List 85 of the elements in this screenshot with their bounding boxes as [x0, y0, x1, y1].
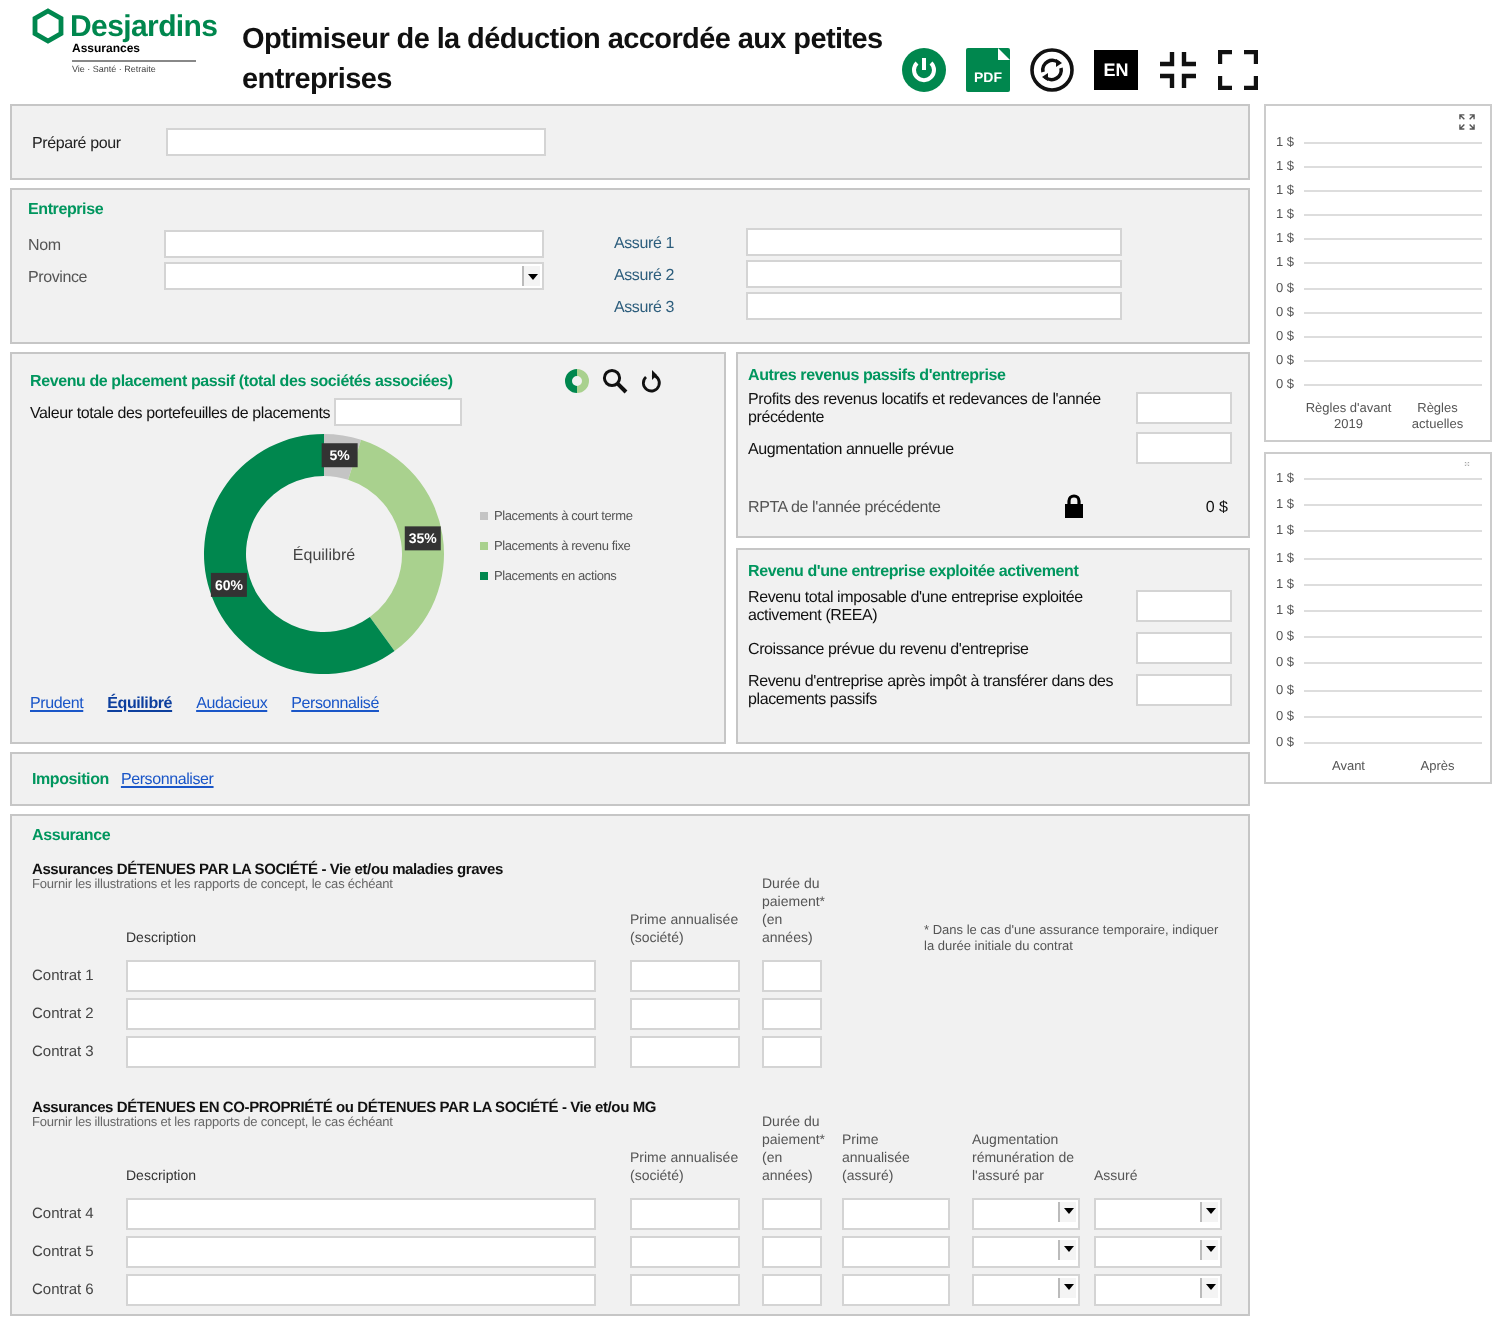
input-field[interactable] [126, 1035, 596, 1067]
input-field[interactable] [746, 228, 1122, 256]
field-label: Valeur totale des portefeuilles de placements [30, 403, 331, 421]
hexagon-logo-icon [32, 8, 64, 44]
section-title: Autres revenus passifs d'entreprise [748, 366, 1008, 384]
input-field[interactable] [762, 1235, 822, 1267]
dropdown-field[interactable] [1094, 1197, 1222, 1229]
field-label: Profits des revenus locatifs et redevances de l'année précédente [748, 390, 1103, 426]
caret-icon [1200, 1277, 1218, 1297]
field-label: Assuré 2 [614, 265, 676, 283]
language-button[interactable]: EN [1094, 50, 1138, 90]
input-field[interactable] [630, 1035, 740, 1067]
input-field[interactable] [1136, 590, 1232, 622]
section-title: Entreprise [28, 200, 106, 218]
lock-icon [1064, 494, 1084, 518]
center-label: Équilibré [292, 546, 356, 564]
input-field[interactable] [126, 1197, 596, 1229]
field-label: Préparé pour [32, 133, 123, 151]
input-field[interactable] [746, 260, 1122, 288]
dropdown-field[interactable] [1094, 1273, 1222, 1305]
caret-icon [1200, 1239, 1218, 1259]
profile-link[interactable]: Personnalisé [291, 694, 379, 712]
input-field[interactable] [1136, 674, 1232, 706]
profile-link[interactable]: Audacieux [196, 694, 268, 712]
input-field[interactable] [842, 1235, 950, 1267]
field-label: Revenu d'entreprise après impôt à transférer dans des placements passifs [748, 672, 1116, 708]
input-field[interactable] [762, 1035, 822, 1067]
customize-link[interactable]: Personnaliser [120, 770, 214, 788]
dropdown-field[interactable] [972, 1197, 1080, 1229]
input-field[interactable] [334, 398, 463, 426]
section-title: Assurance [32, 826, 113, 844]
input-field[interactable] [630, 1273, 740, 1305]
caret-icon [522, 266, 540, 286]
input-field[interactable] [762, 997, 822, 1029]
collapse-icon[interactable] [1158, 50, 1198, 90]
input-field[interactable] [126, 1235, 596, 1267]
input-field[interactable] [1136, 432, 1232, 464]
input-field[interactable] [630, 959, 740, 991]
input-field[interactable] [126, 1273, 596, 1305]
input-field[interactable] [762, 959, 822, 991]
input-field[interactable] [842, 1273, 950, 1305]
section-title: Revenu de placement passif (total des sociétés associées) [30, 372, 453, 390]
section-title: Revenu d'une entreprise exploitée activement [748, 562, 1081, 580]
field-label: Nom [28, 235, 63, 253]
app-title: Optimiseur de la déduction accordée aux petites entreprises [242, 22, 885, 100]
field-label: Assuré 1 [614, 233, 676, 251]
province-dropdown[interactable] [164, 262, 544, 290]
section-title: Imposition [32, 770, 109, 788]
input-field[interactable] [630, 1235, 740, 1267]
input-field[interactable] [126, 997, 596, 1029]
field-label: Assuré 3 [614, 297, 676, 315]
input-field[interactable] [842, 1197, 950, 1229]
dropdown-field[interactable] [972, 1273, 1080, 1305]
search-icon[interactable] [602, 368, 628, 394]
dropdown-field[interactable] [972, 1235, 1080, 1267]
field-label: RPTA de l'année précédente [748, 497, 943, 515]
reset-icon[interactable] [640, 369, 662, 393]
input-field[interactable] [166, 128, 546, 156]
input-field[interactable] [1136, 632, 1232, 664]
field-label: Croissance prévue du revenu d'entreprise [748, 639, 1031, 657]
input-field[interactable] [630, 997, 740, 1029]
input-field[interactable] [1136, 392, 1232, 424]
power-icon[interactable] [902, 48, 946, 92]
donut-chart-icon[interactable] [564, 368, 590, 394]
caret-icon [1058, 1201, 1076, 1221]
logo-name: Desjardins [70, 9, 218, 43]
input-field[interactable] [762, 1273, 822, 1305]
field-label: Augmentation annuelle prévue [748, 439, 956, 457]
field-label: Revenu total imposable d'une entreprise exploitée activement (REEA) [748, 588, 1085, 624]
input-field[interactable] [630, 1197, 740, 1229]
expand-icon[interactable] [1458, 114, 1476, 130]
refresh-icon[interactable] [1030, 48, 1074, 92]
field-label: Province [28, 267, 90, 285]
input-field[interactable] [164, 230, 544, 258]
input-field[interactable] [126, 959, 596, 991]
caret-icon [1058, 1277, 1076, 1297]
input-field[interactable] [762, 1197, 822, 1229]
dropdown-field[interactable] [1094, 1235, 1222, 1267]
caret-icon [1058, 1239, 1076, 1259]
amount-value: 0 $ [1205, 497, 1228, 515]
input-field[interactable] [746, 292, 1122, 320]
profile-link[interactable]: Prudent [30, 694, 84, 712]
fullscreen-icon[interactable] [1218, 50, 1258, 90]
caret-icon [1200, 1201, 1218, 1221]
profile-link[interactable]: Équilibré [107, 694, 173, 712]
